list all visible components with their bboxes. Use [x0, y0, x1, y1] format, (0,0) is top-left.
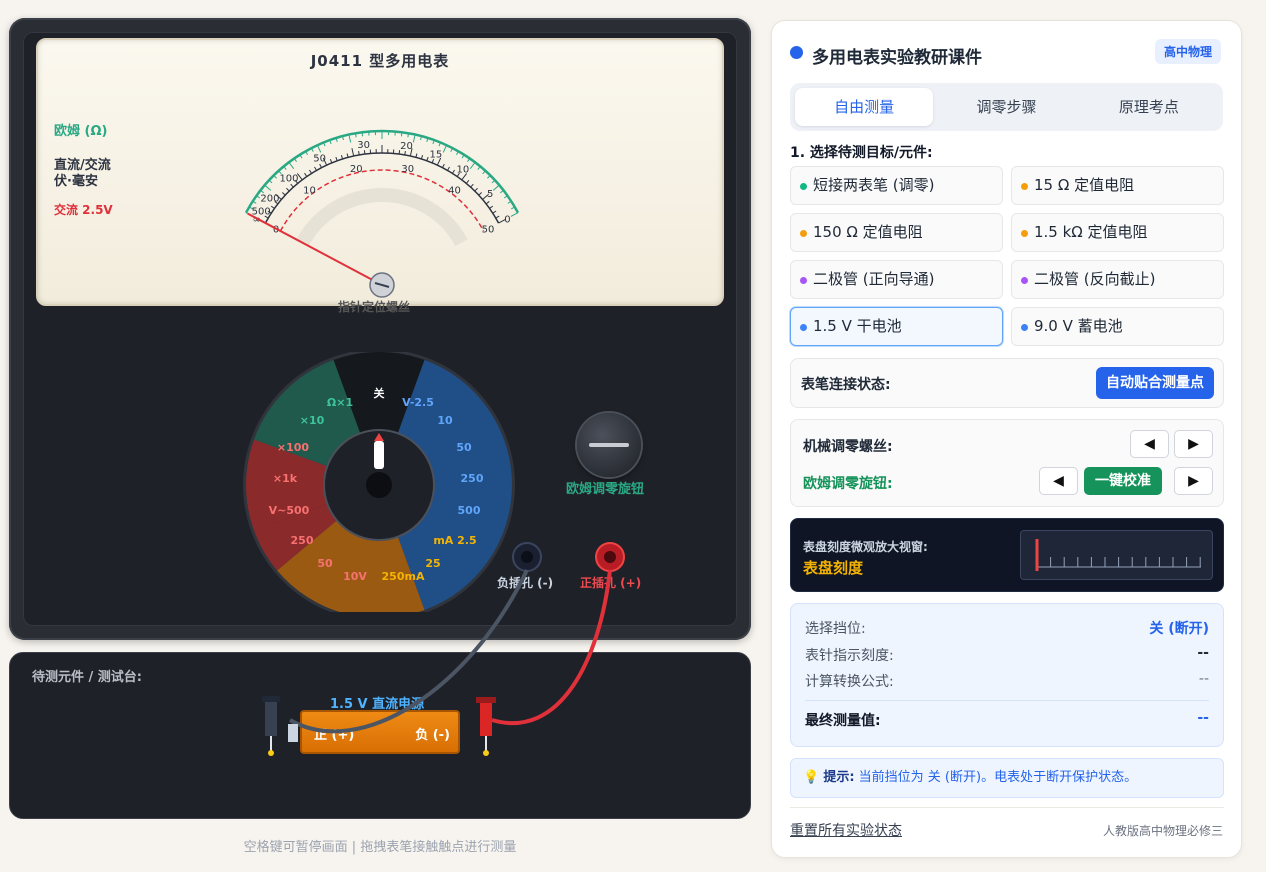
bench-title: 待测元件 / 测试台: [32, 670, 142, 685]
battery-negative-label: 负 (-) [415, 728, 450, 743]
neg-jack-hole [521, 551, 533, 563]
pos-jack-label: 正插孔 (+) [580, 576, 642, 590]
pointer-row: 表针指示刻度: -- [805, 645, 1209, 665]
zoom-window: 表盘刻度微观放大视窗: 表盘刻度 [790, 518, 1224, 592]
battery-positive-label: 正 (+) [314, 728, 355, 743]
dot-icon [800, 277, 807, 284]
footer-hint: 空格键可暂停画面 | 拖拽表笔接触触点进行测量 [243, 840, 517, 855]
formula-row: 计算转换公式: -- [805, 671, 1209, 691]
panel-footer: 人教版高中物理必修三 [1102, 824, 1223, 838]
mode-tabs: 自由测量 调零步骤 原理考点 [790, 83, 1223, 131]
formula-value: -- [1198, 671, 1209, 687]
formula-label: 计算转换公式: [805, 674, 894, 690]
target-label: 1.5 V 干电池 [813, 317, 902, 335]
dot-icon [1021, 277, 1028, 284]
jacks [512, 542, 625, 572]
final-value: -- [1197, 710, 1209, 726]
footer-divider [790, 807, 1224, 808]
calibrate-button[interactable]: 一键校准 [1084, 467, 1162, 495]
battery-1-5v[interactable]: 正 (+) 负 (-) [300, 710, 460, 754]
title-dot-icon [790, 46, 803, 59]
target-label: 9.0 V 蓄电池 [1034, 317, 1123, 335]
ohm-zero-left-button[interactable]: ◀ [1039, 467, 1078, 495]
subject-badge: 高中物理 [1154, 39, 1221, 64]
control-panel: 多用电表实验教研课件 高中物理 自由测量 调零步骤 原理考点 1. 选择待测目标… [771, 20, 1242, 858]
pointer-value: -- [1197, 645, 1209, 661]
target-diode-reverse[interactable]: 二极管 (反向截止) [1011, 260, 1224, 299]
target-150-ohm[interactable]: 150 Ω 定值电阻 [790, 213, 1003, 252]
mech-zero-right-button[interactable]: ▶ [1174, 430, 1213, 458]
auto-snap-button[interactable]: 自动贴合测量点 [1096, 367, 1214, 399]
zoom-scale-ticks [1035, 539, 1201, 571]
zoom-subtitle: 表盘刻度微观放大视窗: [803, 540, 928, 554]
target-15-ohm[interactable]: 15 Ω 定值电阻 [1011, 166, 1224, 205]
tab-free-measure[interactable]: 自由测量 [795, 88, 934, 126]
target-label: 150 Ω 定值电阻 [813, 223, 923, 241]
target-label: 1.5 kΩ 定值电阻 [1034, 223, 1148, 241]
target-short-probes[interactable]: 短接两表笔 (调零) [790, 166, 1003, 205]
final-label: 最终测量值: [805, 713, 881, 729]
target-list: 短接两表笔 (调零) 15 Ω 定值电阻 150 Ω 定值电阻 1.5 kΩ 定… [790, 166, 1224, 346]
tip-box: 💡 提示: 当前挡位为 关 (断开)。电表处于断开保护状态。 [790, 758, 1224, 798]
pointer-label: 表针指示刻度: [805, 648, 894, 664]
readout-box: 选择挡位: 关 (断开) 表针指示刻度: -- 计算转换公式: -- 最终测量值: -- [790, 603, 1224, 747]
target-label: 15 Ω 定值电阻 [1034, 176, 1135, 194]
final-row: 最终测量值: -- [805, 710, 1209, 730]
tab-zero-steps[interactable]: 调零步骤 [937, 88, 1075, 126]
range-label: 选择挡位: [805, 621, 866, 637]
dot-icon [1021, 230, 1028, 237]
target-label: 二极管 (反向截止) [1034, 270, 1156, 288]
target-label: 二极管 (正向导通) [813, 270, 935, 288]
target-1-5v-battery[interactable]: 1.5 V 干电池 [790, 307, 1003, 346]
reset-link[interactable]: 重置所有实验状态 [790, 820, 902, 840]
dot-icon [800, 324, 807, 331]
ohm-zero-label: 欧姆调零旋钮: [803, 476, 893, 492]
bulb-icon: 💡 [803, 770, 820, 785]
dot-icon [800, 230, 807, 237]
target-diode-forward[interactable]: 二极管 (正向导通) [790, 260, 1003, 299]
zoom-title: 表盘刻度 [803, 559, 864, 577]
readout-divider [805, 700, 1209, 701]
tip-text: 当前挡位为 关 (断开)。电表处于断开保护状态。 [858, 770, 1138, 785]
pos-jack-hole [604, 551, 616, 563]
dot-icon [800, 183, 807, 190]
zoom-scale [1020, 530, 1213, 580]
probe-status-box: 表笔连接状态: 自动贴合测量点 [790, 358, 1224, 408]
select-target-label: 1. 选择待测目标/元件: [790, 145, 933, 161]
dot-icon [1021, 183, 1028, 190]
target-9v-battery[interactable]: 9.0 V 蓄电池 [1011, 307, 1224, 346]
range-row: 选择挡位: 关 (断开) [805, 618, 1209, 638]
target-1-5k-ohm[interactable]: 1.5 kΩ 定值电阻 [1011, 213, 1224, 252]
test-bench: 待测元件 / 测试台: 1.5 V 直流电源 正 (+) 负 (-) [9, 652, 751, 819]
ohm-zero-right-button[interactable]: ▶ [1174, 467, 1213, 495]
panel-title: 多用电表实验教研课件 [812, 48, 982, 68]
tab-principles[interactable]: 原理考点 [1080, 88, 1218, 126]
mech-zero-label: 机械调零螺丝: [803, 439, 893, 455]
target-label: 短接两表笔 (调零) [813, 176, 935, 194]
range-value: 关 (断开) [1149, 621, 1209, 637]
neg-jack-label: 负插孔 (-) [497, 576, 554, 590]
probe-status-label: 表笔连接状态: [801, 377, 891, 393]
mech-zero-left-button[interactable]: ◀ [1130, 430, 1169, 458]
zero-adjust-box: 机械调零螺丝: ◀ ▶ 欧姆调零旋钮: ◀ 一键校准 ▶ [790, 419, 1224, 507]
dot-icon [1021, 324, 1028, 331]
tip-label: 提示: [823, 770, 855, 785]
